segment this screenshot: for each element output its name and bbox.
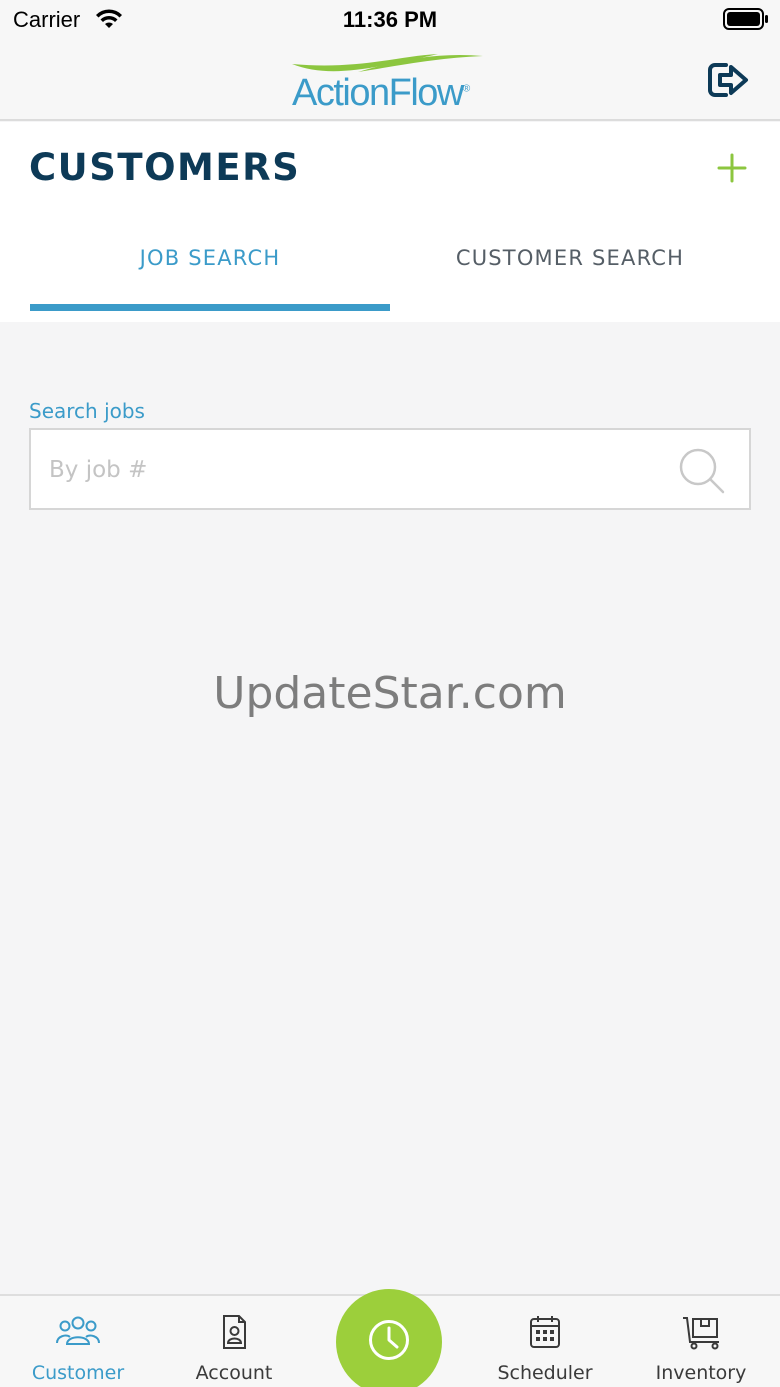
- nav-label-inventory: Inventory: [655, 1362, 747, 1384]
- title-panel: CUSTOMERS JOB SEARCH CUSTOMER SEARCH: [0, 122, 780, 322]
- nav-label-scheduler: Scheduler: [497, 1362, 593, 1384]
- search-icon[interactable]: [677, 446, 727, 496]
- nav-item-scheduler[interactable]: Scheduler: [467, 1296, 623, 1387]
- logo-registered-mark: ®: [462, 83, 470, 95]
- calendar-icon: [530, 1316, 560, 1348]
- users-icon: [56, 1316, 100, 1345]
- tab-job-search[interactable]: JOB SEARCH: [30, 246, 390, 270]
- status-bar: Carrier 11:36 PM: [0, 0, 780, 40]
- battery-icon: [723, 8, 768, 30]
- tab-customer-search[interactable]: CUSTOMER SEARCH: [390, 246, 750, 270]
- nav-item-customer[interactable]: Customer: [0, 1296, 156, 1387]
- logo-text: ActionFlow®: [292, 72, 470, 114]
- nav-label-account: Account: [195, 1362, 273, 1384]
- inventory-icon: [683, 1317, 719, 1350]
- watermark: UpdateStar.com: [213, 668, 567, 719]
- active-tab-indicator: [30, 304, 390, 311]
- search-field[interactable]: [29, 428, 751, 510]
- status-time: 11:36 PM: [342, 7, 438, 32]
- actionflow-logo: ActionFlow®: [288, 50, 498, 114]
- search-label: Search jobs: [29, 399, 145, 423]
- clock-icon: [369, 1320, 409, 1360]
- nav-label-customer: Customer: [31, 1362, 125, 1384]
- logout-button[interactable]: [706, 60, 752, 100]
- app-header: ActionFlow®: [0, 40, 780, 121]
- time-clock-button[interactable]: [336, 1289, 442, 1387]
- page-title: CUSTOMERS: [29, 146, 301, 189]
- nav-item-inventory[interactable]: Inventory: [623, 1296, 779, 1387]
- nav-item-account[interactable]: Account: [156, 1296, 312, 1387]
- add-customer-button[interactable]: [716, 152, 748, 184]
- search-input[interactable]: [49, 450, 669, 490]
- account-icon: [223, 1315, 246, 1349]
